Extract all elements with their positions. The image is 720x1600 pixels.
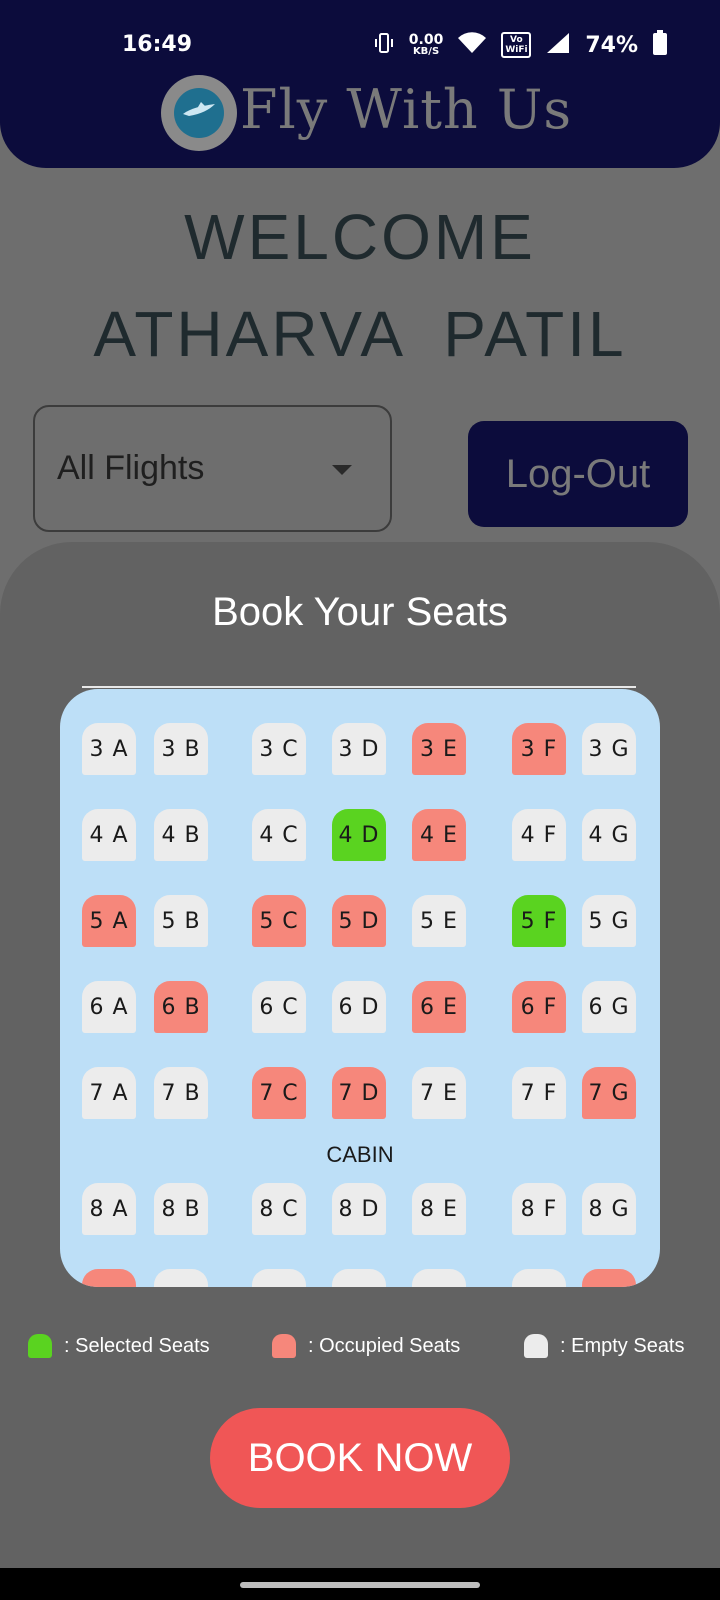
flight-filter-dropdown[interactable]: All Flights [33,405,392,532]
net-speed-unit: KB/S [412,46,440,57]
seat-empty[interactable]: 7 A [82,1067,136,1119]
seat-occupied[interactable]: 5 A [82,895,136,947]
seat-empty[interactable] [412,1269,466,1287]
seat-empty[interactable]: 4 G [582,809,636,861]
seat-occupied[interactable] [582,1269,636,1287]
signal-icon [545,31,571,59]
seat-empty[interactable] [512,1269,566,1287]
seat-occupied[interactable]: 6 B [154,981,208,1033]
legend-occupied: : Occupied Seats [272,1334,460,1358]
seat-empty[interactable] [252,1269,306,1287]
seat-empty[interactable]: 3 A [82,723,136,775]
app-header: 16:49 0.00 KB/S Vo WiFi 74% Fly With Us [0,0,720,168]
legend-empty: : Empty Seats [524,1334,685,1358]
seat-occupied[interactable]: 4 E [412,809,466,861]
seat-empty[interactable]: 7 B [154,1067,208,1119]
seat-selected[interactable]: 4 D [332,809,386,861]
seat-empty[interactable] [332,1269,386,1287]
seat-empty[interactable]: 6 C [252,981,306,1033]
seat-occupied[interactable]: 5 D [332,895,386,947]
seat-empty[interactable]: 8 E [412,1183,466,1235]
flight-filter-value: All Flights [57,449,205,487]
seat-empty[interactable]: 5 E [412,895,466,947]
seat-empty[interactable]: 8 G [582,1183,636,1235]
occupied-seat-icon [272,1334,296,1358]
gesture-handle[interactable] [240,1582,480,1588]
seat-selected[interactable]: 5 F [512,895,566,947]
seat-occupied[interactable]: 5 C [252,895,306,947]
selected-seat-icon [28,1334,52,1358]
legend-empty-label: : Empty Seats [560,1334,685,1357]
divider [82,686,636,688]
seat-empty[interactable]: 8 C [252,1183,306,1235]
seat-occupied[interactable]: 3 F [512,723,566,775]
legend-selected-label: : Selected Seats [64,1334,210,1357]
seat-empty[interactable]: 4 B [154,809,208,861]
seat-empty[interactable] [154,1269,208,1287]
volte-wifi-icon: Vo WiFi [501,32,532,58]
seat-map[interactable]: CABIN 3 A 3 B 3 C 3 D 3 E 3 F 3 G 4 A 4 B 4 C 4 D 4… [60,689,660,1287]
battery-icon [652,30,668,60]
vibrate-icon [373,31,395,59]
seat-empty[interactable]: 6 D [332,981,386,1033]
seat-occupied[interactable]: 7 D [332,1067,386,1119]
seat-empty[interactable]: 5 G [582,895,636,947]
seat-occupied[interactable]: 6 F [512,981,566,1033]
welcome-heading: WELCOME [184,201,536,273]
seat-occupied[interactable] [82,1269,136,1287]
app-title: Fly With Us [240,78,573,141]
seat-empty[interactable]: 8 D [332,1183,386,1235]
logout-button[interactable]: Log-Out [468,421,688,527]
book-now-button[interactable]: BOOK NOW [210,1408,510,1508]
seat-occupied[interactable]: 3 E [412,723,466,775]
cabin-label: CABIN [326,1142,394,1167]
plane-logo-icon [174,88,224,138]
seat-empty[interactable]: 3 G [582,723,636,775]
seat-empty[interactable]: 8 B [154,1183,208,1235]
seat-empty[interactable]: 4 A [82,809,136,861]
wifi-icon [457,31,487,59]
legend-occupied-label: : Occupied Seats [308,1334,461,1357]
chevron-down-icon [332,465,352,475]
battery-percent: 74% [585,32,638,58]
status-icons: 0.00 KB/S Vo WiFi 74% [373,30,668,60]
seat-empty[interactable]: 3 C [252,723,306,775]
empty-seat-icon [524,1334,548,1358]
seat-empty[interactable]: 7 E [412,1067,466,1119]
app-logo [161,75,237,151]
user-name: ATHARVA PATIL [93,298,627,370]
seat-empty[interactable]: 6 A [82,981,136,1033]
net-speed-value: 0.00 [408,32,444,48]
seat-occupied[interactable]: 6 E [412,981,466,1033]
seat-legend: : Selected Seats : Occupied Seats : Empt… [0,1334,720,1364]
seat-empty[interactable]: 4 F [512,809,566,861]
seat-empty[interactable]: 3 B [154,723,208,775]
seat-empty[interactable]: 4 C [252,809,306,861]
seat-empty[interactable]: 5 B [154,895,208,947]
seat-occupied[interactable]: 7 C [252,1067,306,1119]
seat-occupied[interactable]: 7 G [582,1067,636,1119]
net-speed: 0.00 KB/S [409,33,444,57]
legend-selected: : Selected Seats [28,1334,210,1358]
sheet-title: Book Your Seats [212,590,508,634]
status-time: 16:49 [122,32,193,57]
seat-empty[interactable]: 3 D [332,723,386,775]
seat-empty[interactable]: 8 F [512,1183,566,1235]
seat-empty[interactable]: 6 G [582,981,636,1033]
seat-empty[interactable]: 8 A [82,1183,136,1235]
seat-empty[interactable]: 7 F [512,1067,566,1119]
